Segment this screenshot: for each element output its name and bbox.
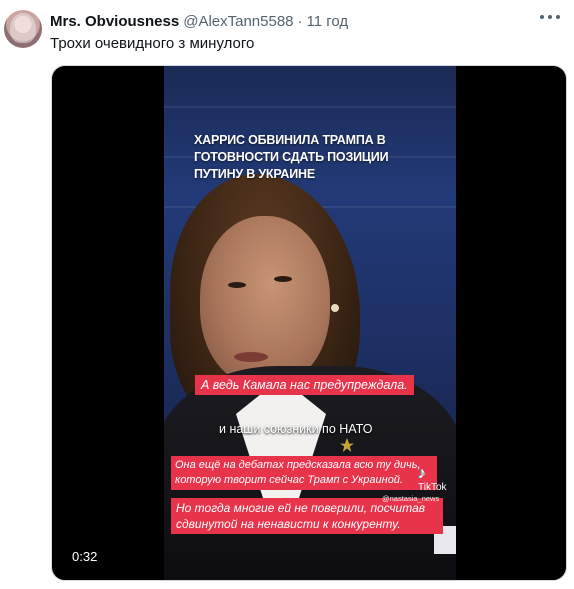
video-headline: ХАРРИС ОБВИНИЛА ТРАМПА В ГОТОВНОСТИ СДАТ… — [194, 133, 389, 181]
tweet-header: Mrs. Obviousness @AlexTann5588 · 11 год — [50, 12, 348, 30]
video-caption-3: Она ещё на дебатах предсказала всю ту ди… — [171, 456, 437, 490]
timestamp[interactable]: 11 год — [307, 13, 349, 30]
tweet[interactable]: Mrs. Obviousness @AlexTann5588 · 11 год … — [0, 0, 574, 589]
separator-dot: · — [297, 12, 303, 30]
video-duration: 0:32 — [72, 549, 98, 564]
tiktok-logo-icon: ♪ — [418, 465, 426, 482]
avatar-image — [10, 13, 36, 43]
video-frame: ХАРРИС ОБВИНИЛА ТРАМПА В ГОТОВНОСТИ СДАТ… — [164, 66, 456, 580]
user-handle[interactable]: @AlexTann5588 — [183, 13, 293, 30]
video-caption-1: А ведь Камала нас предупреждала. — [195, 375, 414, 395]
video-caption-2: и наши союзники по НАТО — [219, 422, 373, 436]
more-options-icon[interactable] — [540, 14, 560, 20]
video-player[interactable]: ХАРРИС ОБВИНИЛА ТРАМПА В ГОТОВНОСТИ СДАТ… — [51, 65, 567, 581]
tiktok-label: TikTok — [418, 482, 447, 493]
person-face — [200, 216, 330, 386]
avatar[interactable] — [4, 10, 42, 48]
tiktok-watermark: ♪ TikTok @nastasia_news — [382, 465, 456, 504]
tweet-text: Трохи очевидного з минулого — [50, 35, 255, 52]
tiktok-username: @nastasia_news — [382, 494, 440, 503]
video-caption-4: Но тогда многие ей не поверили, посчитав… — [171, 498, 443, 534]
display-name[interactable]: Mrs. Obviousness — [50, 13, 179, 30]
